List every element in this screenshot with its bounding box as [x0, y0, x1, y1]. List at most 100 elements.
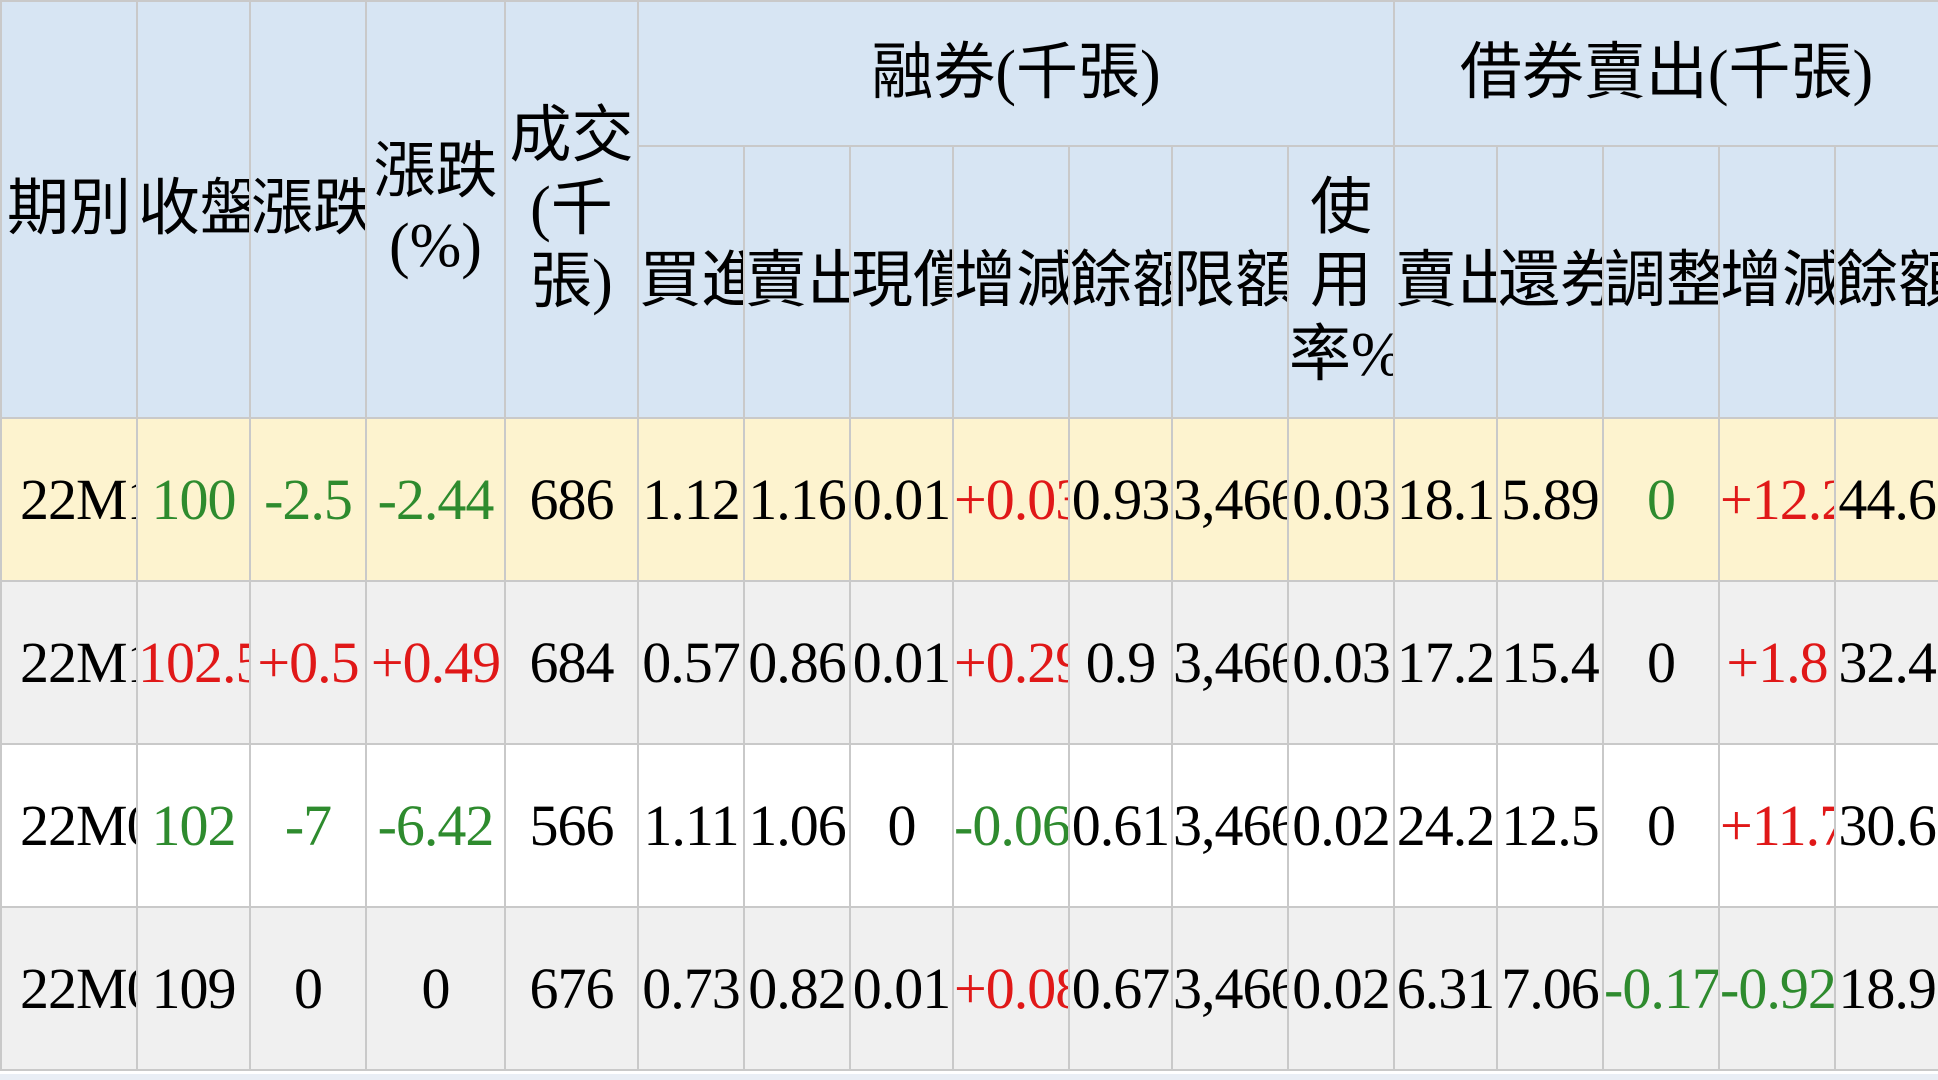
- cell-change: -7: [249, 743, 367, 908]
- cell-change-pct: -6.42: [365, 743, 506, 908]
- cell-bs-sell: 18.1: [1393, 417, 1499, 582]
- header-ss-usage-line1: 使用: [1310, 174, 1373, 316]
- cell-ss-usage: 0.02: [1286, 906, 1396, 1071]
- cell-ss-change: -0.06: [952, 743, 1070, 908]
- cell-ss-change: +0.08: [952, 906, 1070, 1071]
- cell-ss-sell: 1.06: [743, 743, 851, 908]
- cell-ss-limit: 3,466: [1171, 743, 1289, 908]
- cell-bs-adjust: 0: [1602, 743, 1721, 908]
- header-ss-repay: 現償: [849, 145, 954, 419]
- cell-bs-return: 15.4: [1496, 580, 1605, 745]
- cell-change: +0.5: [249, 580, 367, 745]
- cell-close: 100: [136, 417, 251, 582]
- cell-ss-change: +0.03: [952, 417, 1070, 582]
- header-change-pct-line1: 漲跌: [373, 138, 498, 207]
- cell-bs-sell: 6.31: [1393, 906, 1499, 1071]
- cell-period: 22M09: [0, 743, 138, 908]
- header-bs-return: 還券: [1496, 145, 1605, 419]
- cell-ss-limit: 3,466: [1171, 580, 1289, 745]
- cell-bs-return: 12.5: [1496, 743, 1605, 908]
- table-body: 22M11 100 -2.5 -2.44 686 1.12 1.16 0.01 …: [0, 417, 1938, 1071]
- header-ss-change: 增減: [952, 145, 1070, 419]
- cell-volume: 686: [504, 417, 639, 582]
- header-ss-buy: 買進: [637, 145, 745, 419]
- table-row[interactable]: 22M10 102.5 +0.5 +0.49 684 0.57 0.86 0.0…: [0, 580, 1938, 745]
- header-bs-balance: 餘額: [1834, 145, 1938, 419]
- cell-volume: 684: [504, 580, 639, 745]
- header-close: 收盤: [136, 0, 251, 419]
- cell-ss-balance: 0.9: [1068, 580, 1173, 745]
- header-ss-balance: 餘額: [1068, 145, 1173, 419]
- header-period: 期別: [0, 0, 138, 419]
- header-volume-line1: 成交: [509, 101, 634, 170]
- cell-ss-usage: 0.03: [1286, 417, 1396, 582]
- cell-change-pct: +0.49: [365, 580, 506, 745]
- cell-volume: 566: [504, 743, 639, 908]
- cell-ss-repay: 0: [849, 743, 954, 908]
- header-group-short-sale: 融券(千張): [636, 0, 1396, 147]
- cell-bs-adjust: 0: [1602, 580, 1721, 745]
- bottom-scroll-strip: [0, 1074, 1938, 1080]
- cell-change: -2.5: [249, 417, 367, 582]
- cell-bs-balance: 32.4: [1834, 580, 1938, 745]
- cell-bs-change: +1.8: [1718, 580, 1837, 745]
- header-volume-line2: (千張): [530, 174, 613, 317]
- cell-ss-sell: 0.86: [743, 580, 851, 745]
- margin-short-table: 期別 收盤 漲跌 漲跌 (%) 成交 (千張) 融券(千張) 借券賣出(千張) …: [0, 0, 1938, 1071]
- cell-period: 22M08: [0, 906, 138, 1071]
- header-bs-change: 增減: [1718, 145, 1837, 419]
- header-change: 漲跌: [249, 0, 367, 419]
- cell-bs-return: 7.06: [1496, 906, 1605, 1071]
- cell-ss-buy: 0.57: [637, 580, 745, 745]
- header-bs-adjust: 調整: [1602, 145, 1721, 419]
- cell-ss-buy: 1.12: [637, 417, 745, 582]
- header-bs-sell: 賣出: [1393, 145, 1499, 419]
- header-ss-sell: 賣出: [743, 145, 851, 419]
- cell-bs-return: 5.89: [1496, 417, 1605, 582]
- cell-close: 102.5: [136, 580, 251, 745]
- table-row[interactable]: 22M09 102 -7 -6.42 566 1.11 1.06 0 -0.06…: [0, 743, 1938, 908]
- cell-ss-sell: 1.16: [743, 417, 851, 582]
- header-row-1: 期別 收盤 漲跌 漲跌 (%) 成交 (千張) 融券(千張) 借券賣出(千張): [0, 0, 1938, 419]
- cell-ss-repay: 0.01: [849, 417, 954, 582]
- cell-ss-limit: 3,466: [1171, 417, 1289, 582]
- cell-bs-balance: 30.6: [1834, 743, 1938, 908]
- header-group-borrow-sale: 借券賣出(千張): [1393, 0, 1938, 147]
- header-volume: 成交 (千張): [504, 0, 639, 419]
- table-row[interactable]: 22M08 109 0 0 676 0.73 0.82 0.01 +0.08 0…: [0, 906, 1938, 1071]
- cell-ss-usage: 0.03: [1286, 580, 1396, 745]
- cell-ss-repay: 0.01: [849, 906, 954, 1071]
- cell-close: 109: [136, 906, 251, 1071]
- cell-change: 0: [249, 906, 367, 1071]
- cell-period: 22M10: [0, 580, 138, 745]
- cell-ss-balance: 0.93: [1068, 417, 1173, 582]
- cell-bs-balance: 44.6: [1834, 417, 1938, 582]
- cell-bs-adjust: 0: [1602, 417, 1721, 582]
- cell-ss-limit: 3,466: [1171, 906, 1289, 1071]
- cell-period: 22M11: [0, 417, 138, 582]
- header-change-pct-line2: (%): [389, 211, 482, 280]
- header-ss-usage: 使用 率%: [1286, 145, 1396, 419]
- cell-ss-buy: 0.73: [637, 906, 745, 1071]
- cell-close: 102: [136, 743, 251, 908]
- cell-bs-sell: 24.2: [1393, 743, 1499, 908]
- cell-ss-balance: 0.67: [1068, 906, 1173, 1071]
- cell-ss-usage: 0.02: [1286, 743, 1396, 908]
- header-ss-usage-line2: 率%: [1289, 320, 1395, 389]
- cell-bs-sell: 17.2: [1393, 580, 1499, 745]
- table-row[interactable]: 22M11 100 -2.5 -2.44 686 1.12 1.16 0.01 …: [0, 417, 1938, 582]
- header-ss-limit: 限額: [1171, 145, 1289, 419]
- cell-ss-repay: 0.01: [849, 580, 954, 745]
- cell-ss-buy: 1.11: [637, 743, 745, 908]
- cell-change-pct: -2.44: [365, 417, 506, 582]
- cell-ss-sell: 0.82: [743, 906, 851, 1071]
- cell-bs-balance: 18.9: [1834, 906, 1938, 1071]
- cell-change-pct: 0: [365, 906, 506, 1071]
- cell-ss-balance: 0.61: [1068, 743, 1173, 908]
- cell-bs-adjust: -0.17: [1602, 906, 1721, 1071]
- cell-ss-change: +0.29: [952, 580, 1070, 745]
- cell-bs-change: +12.2: [1718, 417, 1837, 582]
- cell-bs-change: -0.92: [1718, 906, 1837, 1071]
- cell-bs-change: +11.7: [1718, 743, 1837, 908]
- header-change-pct: 漲跌 (%): [365, 0, 506, 419]
